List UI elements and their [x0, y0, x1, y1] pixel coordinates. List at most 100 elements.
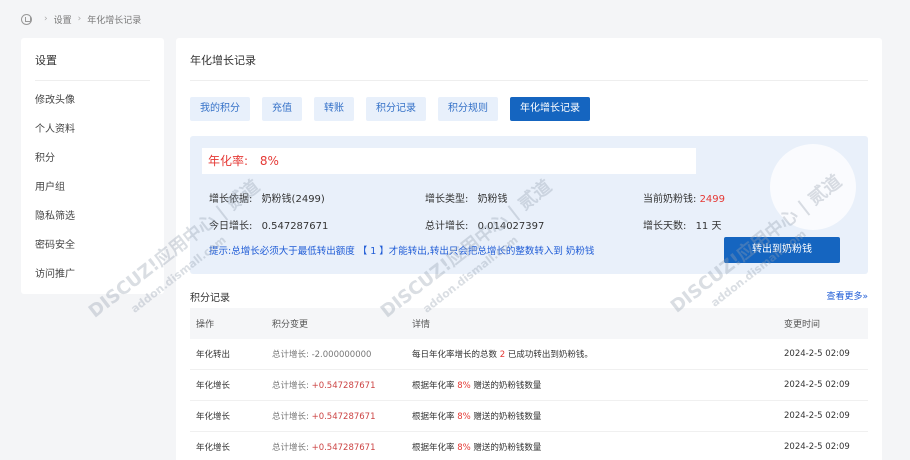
sidebar-item-avatar[interactable]: 修改头像	[35, 93, 75, 122]
growth-basis: 增长依据: 奶粉钱(2499)	[209, 190, 325, 205]
watermark-logo	[770, 144, 856, 230]
header-credit-change: 积分变更	[272, 320, 309, 330]
row-change-label: 总计增长:	[272, 412, 309, 422]
table-row: 年化增长 总计增长: +0.547287671 根据年化率 8% 赠送的奶粉钱数…	[190, 370, 868, 401]
divider	[190, 80, 868, 81]
row-credit-change: 总计增长: +0.547287671	[266, 441, 406, 453]
total-growth: 总计增长: 0.014027397	[425, 217, 544, 232]
row-details: 根据年化率 8% 赠送的奶粉钱数量	[406, 441, 778, 453]
table-row: 年化增长 总计增长: +0.547287671 根据年化率 8% 赠送的奶粉钱数…	[190, 401, 868, 432]
annual-rate-label: 年化率:	[208, 154, 249, 168]
row-detail-text: 赠送的奶粉钱数量	[473, 412, 542, 422]
divider	[35, 80, 150, 81]
sidebar-item-profile[interactable]: 个人资料	[35, 122, 75, 151]
current-balance: 当前奶粉钱: 2499	[643, 190, 725, 205]
row-details: 根据年化率 8% 赠送的奶粉钱数量	[406, 410, 778, 422]
sidebar-title: 设置	[35, 54, 57, 67]
row-detail-text: 赠送的奶粉钱数量	[473, 381, 542, 391]
breadcrumb: › 设置 › 年化增长记录	[21, 12, 141, 26]
tab-credit-rules[interactable]: 积分规则	[438, 97, 498, 121]
tab-transfer[interactable]: 转账	[314, 97, 354, 121]
growth-days: 增长天数: 11 天	[643, 217, 721, 232]
table-header: 操作 积分变更 详情 变更时间	[190, 308, 868, 339]
transfer-to-milk-money-button[interactable]: 转出到奶粉钱	[724, 237, 840, 263]
records-table: 操作 积分变更 详情 变更时间 年化转出 总计增长: -2.000000000 …	[190, 308, 868, 460]
view-more-link[interactable]: 查看更多»	[826, 289, 868, 302]
transfer-tip: 提示:总增长必须大于最低转出额度 【 1 】才能转出,转出只会把总增长的整数转入…	[209, 246, 595, 257]
table-row: 年化转出 总计增长: -2.000000000 每日年化率增长的总数 2 已成功…	[190, 339, 868, 370]
total-growth-label: 总计增长:	[425, 221, 469, 232]
row-change-value: -2.000000000	[311, 350, 372, 360]
table-row: 年化增长 总计增长: +0.547287671 根据年化率 8% 赠送的奶粉钱数…	[190, 432, 868, 460]
current-balance-value: 2499	[699, 194, 726, 205]
total-growth-value: 0.014027397	[477, 221, 545, 232]
growth-days-value: 11 天	[695, 221, 722, 232]
row-credit-change: 总计增长: +0.547287671	[266, 379, 406, 391]
row-operation: 年化增长	[196, 412, 231, 422]
tab-bar: 我的积分 充值 转账 积分记录 积分规则 年化增长记录	[190, 97, 602, 121]
growth-basis-value: 奶粉钱(2499)	[261, 194, 325, 205]
row-detail-text: 赠送的奶粉钱数量	[473, 443, 542, 453]
row-change-time: 2024-2-5 02:09	[784, 411, 850, 421]
chevron-right-icon: ›	[44, 14, 48, 24]
tab-recharge[interactable]: 充值	[262, 97, 302, 121]
row-change-value: +0.547287671	[311, 381, 376, 391]
row-change-time: 2024-2-5 02:09	[784, 442, 850, 452]
sidebar-menu: 修改头像 个人资料 积分 用户组 隐私筛选 密码安全 访问推广	[35, 93, 75, 296]
header-change-time: 变更时间	[784, 320, 821, 330]
row-change-label: 总计增长:	[272, 381, 309, 391]
row-credit-change: 总计增长: +0.547287671	[266, 410, 406, 422]
row-detail-number: 8%	[457, 443, 471, 453]
row-change-label: 总计增长:	[272, 443, 309, 453]
growth-days-label: 增长天数:	[643, 221, 687, 232]
row-detail-text: 根据年化率	[412, 443, 455, 453]
row-detail-number: 8%	[457, 412, 471, 422]
row-detail-text: 每日年化率增长的总数	[412, 350, 498, 360]
row-change-time: 2024-2-5 02:09	[784, 349, 850, 359]
row-detail-number: 8%	[457, 381, 471, 391]
row-details: 每日年化率增长的总数 2 已成功转出到奶粉钱。	[406, 348, 778, 360]
row-operation: 年化转出	[196, 350, 231, 360]
row-change-value: +0.547287671	[311, 412, 376, 422]
tab-annual-growth-log[interactable]: 年化增长记录	[510, 97, 590, 121]
growth-basis-label: 增长依据:	[209, 194, 253, 205]
main-content: 年化增长记录 我的积分 充值 转账 积分记录 积分规则 年化增长记录 年化率: …	[176, 38, 882, 460]
sidebar-item-privacy[interactable]: 隐私筛选	[35, 209, 75, 238]
header-details: 详情	[412, 320, 431, 330]
row-detail-text: 根据年化率	[412, 381, 455, 391]
breadcrumb-item-settings[interactable]: 设置	[54, 13, 72, 26]
growth-type-value: 奶粉钱	[477, 194, 508, 205]
row-change-label: 总计增长:	[272, 350, 309, 360]
page-title: 年化增长记录	[190, 54, 256, 67]
row-detail-text: 根据年化率	[412, 412, 455, 422]
row-detail-text: 已成功转出到奶粉钱。	[507, 350, 593, 360]
row-change-time: 2024-2-5 02:09	[784, 380, 850, 390]
row-detail-number: 2	[499, 350, 506, 360]
row-change-value: +0.547287671	[311, 443, 376, 453]
today-growth-label: 今日增长:	[209, 221, 253, 232]
current-balance-label: 当前奶粉钱:	[643, 194, 697, 205]
breadcrumb-item-current: 年化增长记录	[87, 15, 142, 26]
sidebar-item-credits[interactable]: 积分	[35, 151, 75, 180]
tab-my-credits[interactable]: 我的积分	[190, 97, 250, 121]
growth-type-label: 增长类型:	[425, 194, 469, 205]
sidebar-item-usergroup[interactable]: 用户组	[35, 180, 75, 209]
row-operation: 年化增长	[196, 381, 231, 391]
sidebar-item-promotion[interactable]: 访问推广	[35, 267, 75, 296]
today-growth-value: 0.547287671	[261, 221, 329, 232]
sidebar-item-password[interactable]: 密码安全	[35, 238, 75, 267]
row-operation: 年化增长	[196, 443, 231, 453]
today-growth: 今日增长: 0.547287671	[209, 217, 328, 232]
row-details: 根据年化率 8% 赠送的奶粉钱数量	[406, 379, 778, 391]
header-operation: 操作	[196, 320, 215, 330]
row-credit-change: 总计增长: -2.000000000	[266, 348, 406, 360]
chevron-right-icon: ›	[77, 14, 82, 24]
growth-type: 增长类型: 奶粉钱	[425, 190, 508, 205]
annual-rate-box: 年化率: 8%	[202, 148, 696, 174]
tab-credit-log[interactable]: 积分记录	[366, 97, 426, 121]
records-title: 积分记录	[190, 293, 230, 304]
growth-summary-panel: 年化率: 8% 增长依据: 奶粉钱(2499) 增长类型: 奶粉钱 当前奶粉钱:…	[190, 136, 868, 274]
sidebar: 设置 修改头像 个人资料 积分 用户组 隐私筛选 密码安全 访问推广	[21, 38, 164, 294]
home-icon[interactable]	[21, 13, 32, 25]
annual-rate-value: 8%	[259, 154, 279, 168]
